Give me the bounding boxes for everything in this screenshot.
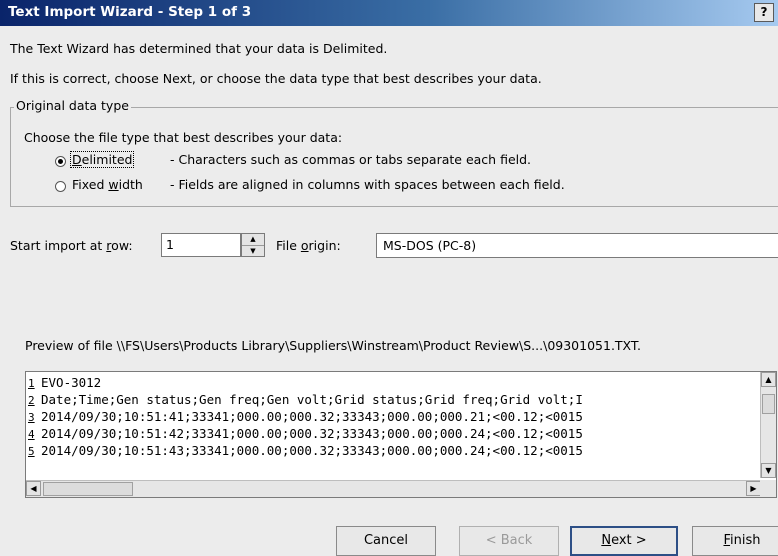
file-origin-label: File origin: <box>276 238 341 253</box>
intro-line-2: If this is correct, choose Next, or choo… <box>10 71 542 86</box>
line-text: EVO-3012 <box>41 375 102 390</box>
title-bar: Text Import Wizard - Step 1 of 3 ? <box>0 0 778 26</box>
vertical-scroll-thumb[interactable] <box>762 394 775 414</box>
preview-line: 2 Date;Time;Gen status;Gen freq;Gen volt;… <box>26 391 761 408</box>
delimited-radio[interactable] <box>55 156 66 167</box>
scroll-left-icon[interactable]: ◀ <box>26 481 41 496</box>
scroll-down-icon[interactable]: ▼ <box>761 463 776 478</box>
back-button[interactable]: < Back <box>459 526 559 556</box>
line-text: 2014/09/30;10:51:42;33341;000.00;000.32;… <box>41 426 583 441</box>
line-number: 4 <box>28 428 35 441</box>
finish-button[interactable]: Finish <box>692 526 778 556</box>
preview-label: Preview of file \\FS\Users\Products Libr… <box>25 338 642 353</box>
file-type-prompt: Choose the file type that best describes… <box>24 130 343 145</box>
delimited-label[interactable]: Delimited <box>70 151 135 168</box>
preview-line: 1 EVO-3012 <box>26 374 761 391</box>
window-title: Text Import Wizard - Step 1 of 3 <box>8 4 252 20</box>
start-row-input[interactable]: 1 <box>161 233 241 257</box>
spin-down-icon[interactable]: ▼ <box>242 246 264 257</box>
delimited-description: - Characters such as commas or tabs sepa… <box>170 152 532 167</box>
preview-line: 4 2014/09/30;10:51:42;33341;000.00;000.32… <box>26 425 761 442</box>
preview-horizontal-scrollbar[interactable]: ◀ ▶ <box>26 480 761 497</box>
line-text: 2014/09/30;10:51:43;33341;000.00;000.32;… <box>41 443 583 458</box>
preview-lines: 1 EVO-3012 2 Date;Time;Gen status;Gen freq… <box>26 374 761 476</box>
line-number: 2 <box>28 394 35 407</box>
line-number: 1 <box>28 377 35 390</box>
fixed-width-label[interactable]: Fixed width <box>72 177 143 192</box>
help-button[interactable]: ? <box>754 3 774 22</box>
scroll-right-icon[interactable]: ▶ <box>746 481 761 496</box>
line-number: 3 <box>28 411 35 424</box>
next-button[interactable]: Next > <box>570 526 678 556</box>
fixed-width-radio[interactable] <box>55 181 66 192</box>
preview-line: 5 2014/09/30;10:51:43;33341;000.00;000.32… <box>26 442 761 459</box>
horizontal-scroll-thumb[interactable] <box>43 482 133 496</box>
scroll-up-icon[interactable]: ▲ <box>761 372 776 387</box>
preview-line: 3 2014/09/30;10:51:41;33341;000.00;000.32… <box>26 408 761 425</box>
group-legend: Original data type <box>14 98 131 113</box>
file-origin-select[interactable]: MS-DOS (PC-8) <box>376 233 778 258</box>
cancel-button[interactable]: Cancel <box>336 526 436 556</box>
line-text: Date;Time;Gen status;Gen freq;Gen volt;G… <box>41 392 583 407</box>
line-number: 5 <box>28 445 35 458</box>
radio-selected-dot <box>58 159 63 164</box>
fixed-width-description: - Fields are aligned in columns with spa… <box>170 177 565 192</box>
start-row-label: Start import at row: <box>10 238 133 253</box>
scrollbar-corner <box>760 480 776 497</box>
preview-vertical-scrollbar[interactable]: ▲ ▼ <box>760 372 776 478</box>
start-row-spinner[interactable]: ▲ ▼ <box>241 233 265 257</box>
line-text: 2014/09/30;10:51:41;33341;000.00;000.32;… <box>41 409 583 424</box>
spin-up-icon[interactable]: ▲ <box>242 234 264 246</box>
intro-line-1: The Text Wizard has determined that your… <box>10 41 388 56</box>
preview-box: 1 EVO-3012 2 Date;Time;Gen status;Gen freq… <box>25 371 777 498</box>
